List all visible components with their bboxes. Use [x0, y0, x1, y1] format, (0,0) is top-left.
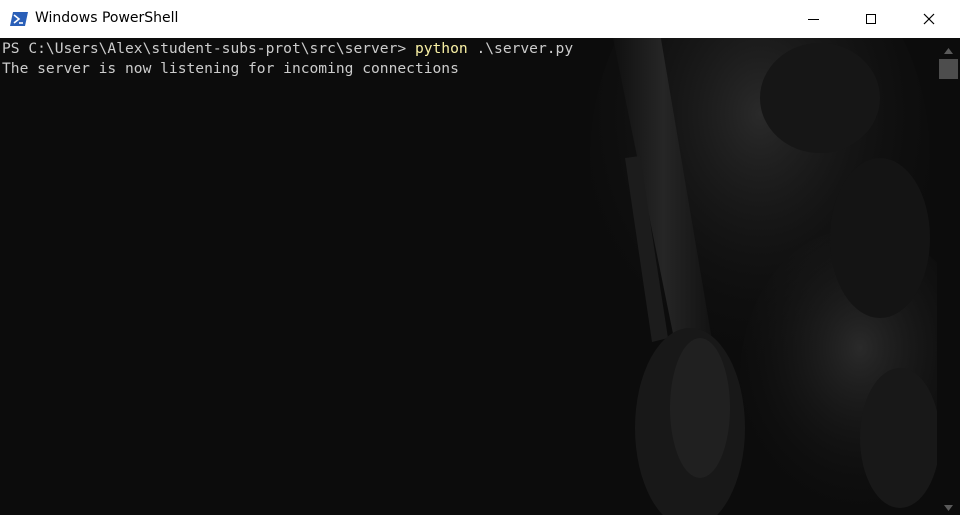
vertical-scrollbar[interactable]: [937, 38, 960, 515]
title-bar[interactable]: Windows PowerShell: [0, 0, 960, 38]
scrollbar-thumb[interactable]: [939, 59, 958, 79]
scroll-down-button[interactable]: [937, 495, 960, 515]
command-text: python: [414, 40, 468, 57]
powershell-icon[interactable]: [10, 11, 28, 27]
powershell-window: Windows PowerShell PS C:\Users\Alex\stud…: [0, 0, 960, 515]
console-output[interactable]: PS C:\Users\Alex\student-subs-prot\src\s…: [0, 38, 937, 515]
minimize-button[interactable]: [784, 0, 842, 38]
scroll-up-button[interactable]: [937, 38, 960, 58]
window-title: Windows PowerShell: [35, 10, 179, 26]
output-line: The server is now listening for incoming…: [2, 60, 459, 77]
maximize-button[interactable]: [842, 0, 900, 38]
chevron-down-icon: [944, 496, 953, 515]
chevron-up-icon: [944, 39, 953, 58]
command-args: .\server.py: [467, 40, 574, 57]
close-button[interactable]: [900, 0, 958, 38]
minimize-icon: [807, 18, 819, 20]
command-line: PS C:\Users\Alex\student-subs-prot\src\s…: [2, 39, 573, 59]
close-icon: [923, 10, 935, 29]
maximize-icon: [866, 14, 876, 24]
background-image: [590, 38, 937, 515]
prompt-text: PS C:\Users\Alex\student-subs-prot\src\s…: [2, 40, 415, 57]
